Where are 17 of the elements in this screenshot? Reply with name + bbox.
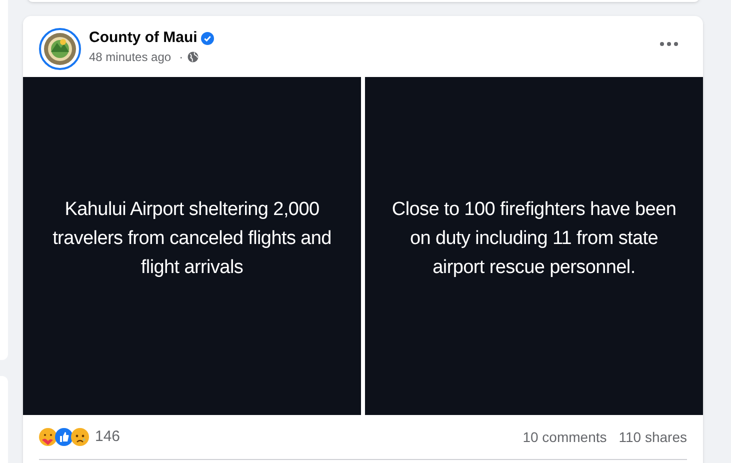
separator: · [179,49,184,66]
like-reaction-icon [55,428,73,446]
reaction-count[interactable]: 146 [95,426,120,448]
timestamp[interactable]: 48 minutes ago [89,48,172,66]
image-slide[interactable]: Kahului Airport sheltering 2,000 travelers from canceled flights and flight arrivals [23,77,361,415]
author-name[interactable]: County of Maui [89,28,198,48]
shares-count[interactable]: 110 shares [618,426,687,448]
sad-reaction-icon [71,428,89,446]
slide-text: Close to 100 firefighters have been on duty including 11 from state airport rescue personnel. [390,198,678,280]
comments-count[interactable]: 10 comments [522,426,607,448]
globe-icon [187,51,200,63]
avatar[interactable] [39,28,81,70]
image-slide[interactable]: Close to 100 firefighters have been on duty including 11 from state airport rescue personnel. [365,77,703,415]
slide-text: Kahului Airport sheltering 2,000 travelers from canceled flights and flight arrivals [52,198,332,280]
seal-icon [43,32,77,66]
care-reaction-icon [39,428,57,446]
more-icon [660,42,678,46]
